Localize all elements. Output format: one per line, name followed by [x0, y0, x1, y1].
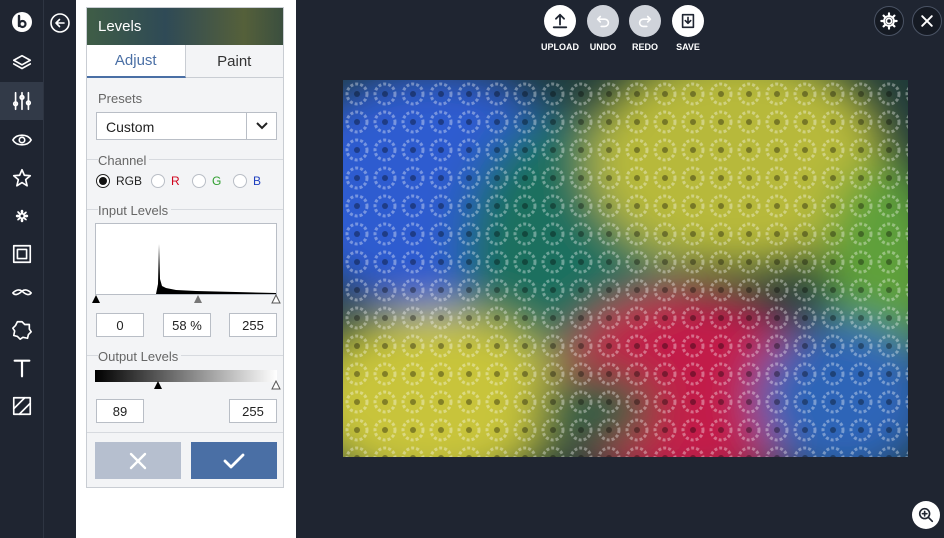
dropdown-arrow[interactable] [246, 113, 276, 139]
redo-label: REDO [631, 42, 658, 52]
checkmark-icon [223, 453, 245, 468]
input-white-field[interactable]: 255 [229, 313, 277, 337]
close-icon [129, 452, 147, 469]
save-icon [681, 13, 695, 29]
panel-area: Levels Adjust Paint Presets Custom Chann… [76, 0, 296, 538]
divider [87, 432, 283, 433]
output-levels-label: Output Levels [98, 349, 182, 364]
input-white-slider[interactable] [271, 294, 281, 304]
frame-icon [12, 244, 31, 264]
tool-adjust[interactable] [0, 82, 43, 120]
undo-button[interactable]: UNDO [586, 5, 620, 52]
presets-value: Custom [106, 119, 155, 135]
output-gradient [95, 370, 277, 382]
input-mid-slider[interactable] [193, 294, 203, 304]
back-icon [50, 13, 70, 33]
channel-b-label: B [253, 174, 262, 188]
channel-rgb-label: RGB [116, 174, 143, 188]
text-icon [13, 359, 30, 378]
channel-r[interactable]: R [151, 174, 180, 188]
upload-circle [544, 5, 576, 37]
histogram-graph [96, 244, 276, 294]
radio-dot [233, 174, 247, 188]
settings-button[interactable] [874, 6, 904, 36]
output-white-field[interactable]: 255 [229, 399, 277, 423]
redo-circle [629, 5, 661, 37]
upload-icon [552, 13, 568, 29]
flower-photo [343, 80, 908, 457]
tool-favorites[interactable] [0, 159, 43, 197]
eye-icon [11, 134, 32, 146]
upload-button[interactable]: UPLOAD [541, 5, 579, 52]
radio-dot [151, 174, 165, 188]
tool-touch-up[interactable] [0, 273, 43, 311]
shape-icon [11, 320, 32, 340]
tool-text[interactable] [0, 349, 43, 387]
channel-g-label: G [212, 174, 222, 188]
gear-icon [880, 12, 898, 30]
input-black-slider[interactable] [91, 294, 101, 304]
photo-canvas[interactable] [343, 80, 908, 457]
tool-decorations[interactable] [0, 197, 43, 235]
undo-circle [587, 5, 619, 37]
adjust-icon [12, 91, 31, 111]
texture-icon [12, 396, 31, 416]
presets-select[interactable]: Custom [96, 112, 277, 140]
tool-sidebar [0, 0, 44, 538]
output-black-slider[interactable] [153, 380, 163, 390]
tool-effects[interactable] [0, 121, 43, 159]
radio-dot [192, 174, 206, 188]
channel-label: Channel [98, 153, 150, 168]
tool-layers[interactable] [0, 44, 43, 82]
input-levels-label: Input Levels [98, 203, 172, 218]
cancel-button[interactable] [95, 442, 181, 479]
close-editor-button[interactable] [912, 6, 942, 36]
presets-label: Presets [98, 91, 143, 106]
undo-label: UNDO [589, 42, 617, 52]
redo-icon [638, 15, 652, 28]
undo-icon [596, 15, 610, 28]
back-button[interactable] [50, 13, 70, 33]
output-black-field[interactable]: 89 [96, 399, 144, 423]
channel-g[interactable]: G [192, 174, 221, 188]
panel-gutter [44, 0, 76, 538]
zoom-button[interactable] [912, 501, 940, 529]
channel-rgb[interactable]: RGB [96, 174, 142, 188]
zoom-in-icon [918, 507, 934, 523]
save-label: SAVE [676, 42, 700, 52]
levels-panel: Levels Adjust Paint Presets Custom Chann… [86, 7, 284, 488]
apply-button[interactable] [191, 442, 277, 479]
upload-label: UPLOAD [541, 42, 579, 52]
channel-b[interactable]: B [233, 174, 261, 188]
output-white-slider[interactable] [271, 380, 281, 390]
save-button[interactable]: SAVE [671, 5, 705, 52]
chevron-down-icon [255, 122, 268, 130]
logo-icon [11, 12, 32, 32]
panel-header: Levels [87, 8, 283, 45]
close-icon [921, 15, 933, 27]
tool-shapes[interactable] [0, 311, 43, 349]
tab-paint[interactable]: Paint [185, 45, 283, 78]
histogram [95, 223, 277, 295]
tool-textures[interactable] [0, 387, 43, 425]
mustache-icon [11, 289, 32, 296]
channel-r-label: R [171, 174, 180, 188]
panel-tabs: Adjust Paint [87, 45, 283, 78]
redo-button[interactable]: REDO [628, 5, 662, 52]
radio-dot [96, 174, 110, 188]
tool-frames[interactable] [0, 235, 43, 273]
layers-icon [12, 54, 31, 70]
panel-title: Levels [98, 18, 142, 35]
input-black-field[interactable]: 0 [96, 313, 144, 337]
save-circle [672, 5, 704, 37]
tab-adjust[interactable]: Adjust [87, 45, 186, 78]
flower-icon [15, 209, 28, 223]
logo-button[interactable] [0, 3, 43, 41]
input-mid-field[interactable]: 58 % [163, 313, 211, 337]
star-icon [12, 168, 31, 187]
